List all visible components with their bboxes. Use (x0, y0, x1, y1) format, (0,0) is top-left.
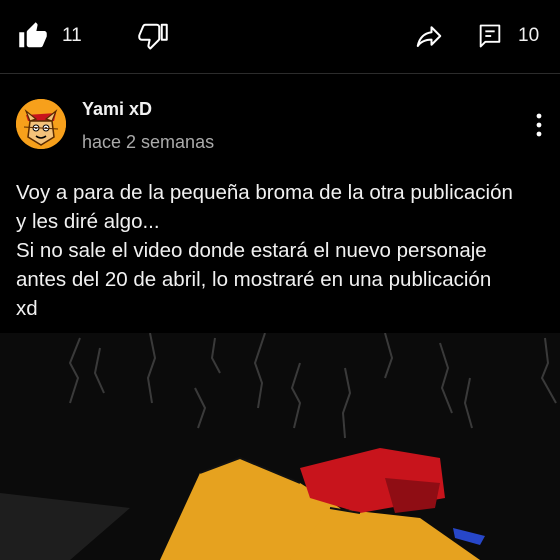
comment-count: 10 (518, 25, 540, 46)
comments-button[interactable]: 10 (476, 18, 539, 54)
divider (0, 73, 560, 74)
share-button[interactable] (414, 18, 444, 54)
post-body: Voy a para de la pequeña broma de la otr… (16, 178, 546, 323)
thumbs-up-icon (19, 22, 47, 48)
more-options-button[interactable] (524, 110, 554, 140)
author-name[interactable]: Yami xD (82, 99, 152, 120)
avatar[interactable] (16, 99, 66, 149)
share-arrow-icon (416, 26, 442, 47)
more-vertical-icon (536, 113, 542, 137)
dislike-button[interactable] (138, 18, 168, 54)
post-artwork (0, 332, 560, 560)
post-text-line: Voy a para de la pequeña broma de la otr… (16, 181, 513, 204)
thumbs-down-icon (138, 23, 168, 50)
post-text-line: xd (16, 297, 38, 320)
action-bar: 11 10 (0, 0, 560, 73)
comment-icon (479, 24, 501, 48)
like-button[interactable]: 11 (18, 18, 82, 54)
community-post-page: 11 10 Yami xD hace 2 semanas Voy a para … (0, 0, 560, 560)
post-timestamp: hace 2 semanas (82, 132, 215, 152)
avatar-cat-drawing (16, 99, 66, 149)
post-text-line: antes del 20 de abril, lo mostraré en un… (16, 268, 492, 291)
like-count: 11 (62, 25, 82, 46)
post-text-line: y les diré algo... (16, 210, 160, 233)
post-image[interactable] (0, 332, 560, 560)
post-text-line: Si no sale el video donde estará el nuev… (16, 239, 487, 262)
